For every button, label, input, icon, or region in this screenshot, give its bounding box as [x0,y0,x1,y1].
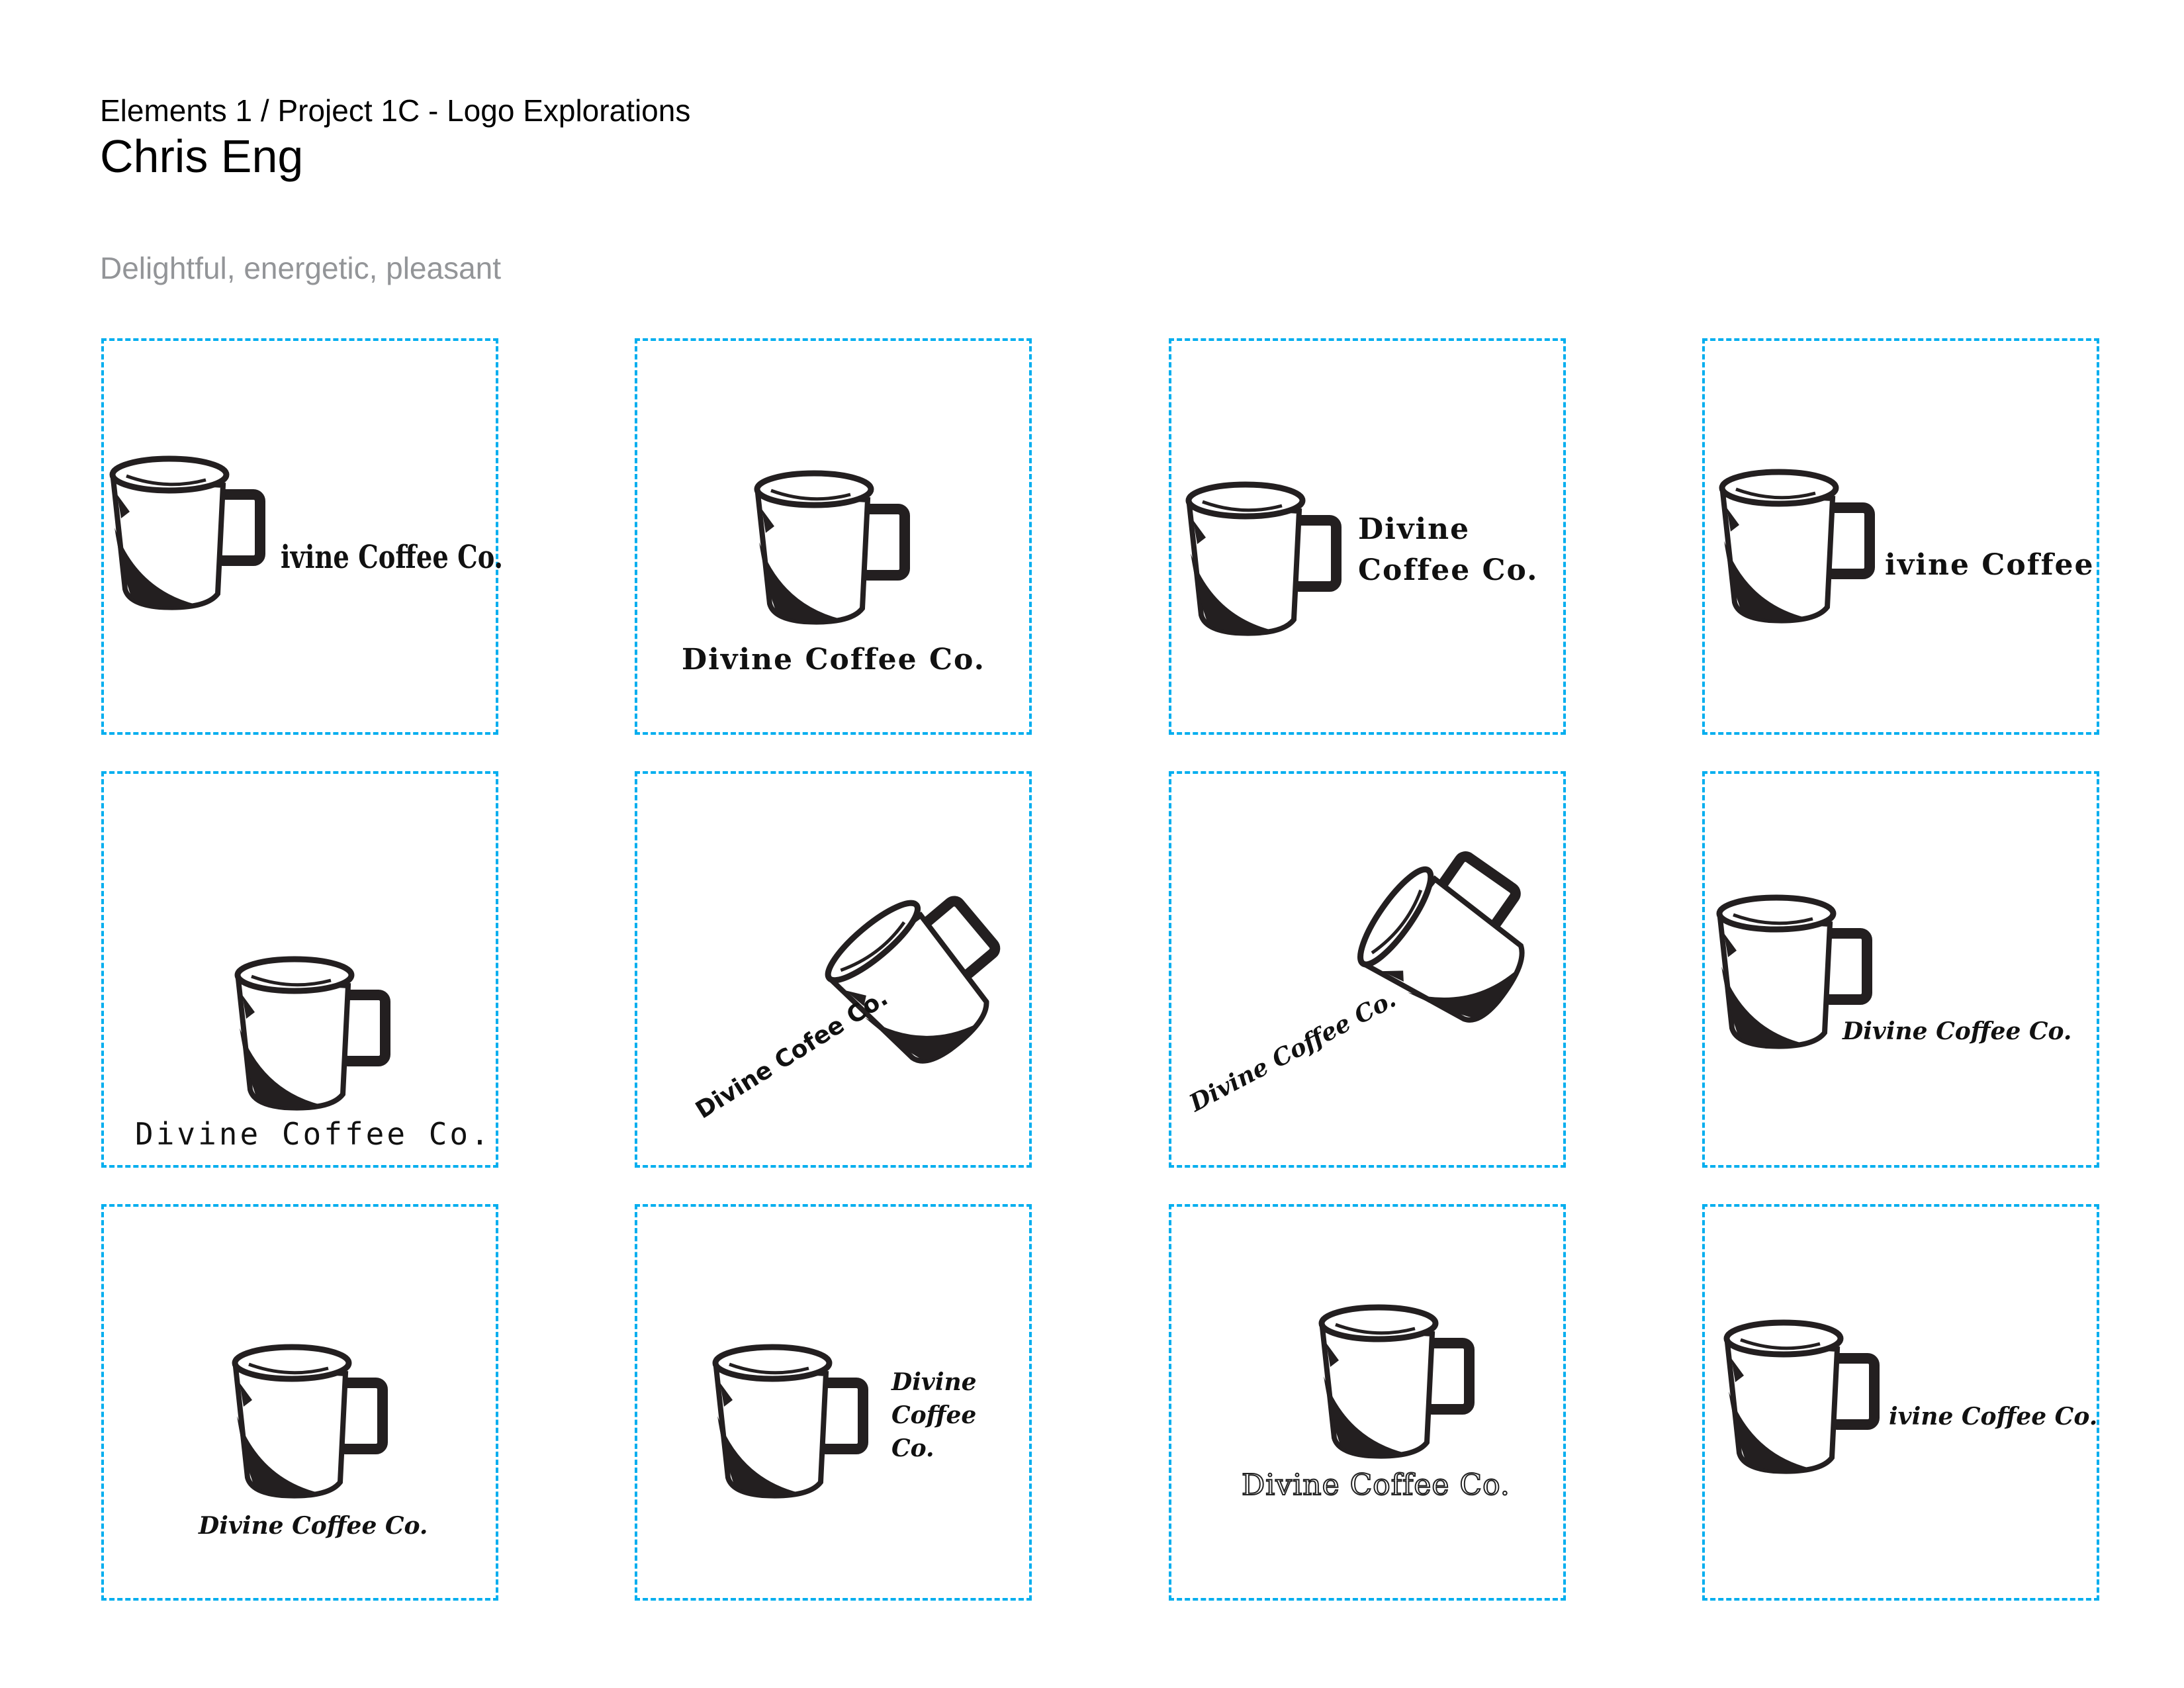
coffee-mug-icon [232,954,397,1116]
logo-text-line-3: Co. [891,1434,934,1462]
logo-text: Divine Coffee Co. [682,643,985,677]
coffee-mug-icon [751,468,917,630]
logo-text: ivine Coffee Co. [1889,1403,2098,1430]
coffee-mug-icon [229,1342,394,1504]
coffee-mug-icon [1721,1317,1886,1479]
logo-text: Divine Coffee Co. [1241,1468,1510,1502]
logo-text-line-1: Divine [1358,512,1471,546]
logo-text: Divine Coffee Co. [135,1116,492,1152]
coffee-mug-icon [709,1342,875,1504]
author-name: Chris Eng [100,130,304,182]
coffee-mug-icon [1183,479,1348,641]
coffee-mug-icon [1316,1302,1481,1464]
logo-text: ivine Coffee Co. [281,539,503,576]
tagline: Delightful, energetic, pleasant [100,251,502,285]
logo-text: Divine Coffee Co. [1843,1017,2072,1045]
project-title: Elements 1 / Project 1C - Logo Explorati… [100,93,691,128]
coffee-mug-icon [107,453,272,616]
coffee-mug-icon [1716,467,1882,629]
logo-text: ivine Coffee [1885,548,2095,582]
logo-text-line-2: Coffee Co. [1358,553,1539,587]
logo-text: Divine Coffee Co. [199,1512,428,1540]
logo-text-line-2: Coffee [891,1401,977,1429]
logo-text-line-1: Divine [891,1368,977,1396]
